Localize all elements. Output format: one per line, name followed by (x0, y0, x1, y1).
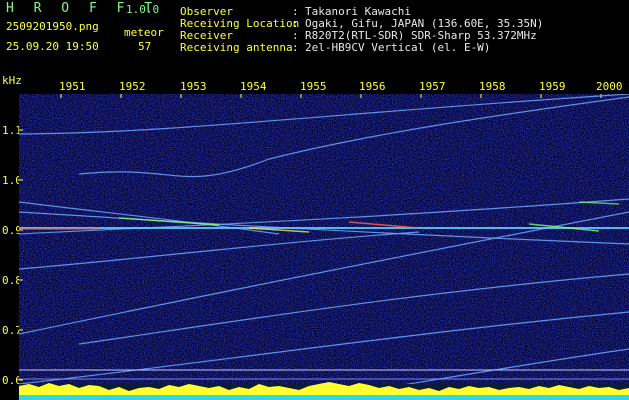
antenna-value: 2el-HB9CV Vertical (el. E-W) (305, 41, 491, 54)
antenna-colon: : (292, 41, 299, 54)
x-tick: 1951 (59, 80, 86, 93)
x-tick: 1957 (419, 80, 446, 93)
spectrogram-plot (19, 94, 629, 400)
file-datetime: 25.09.20 19:50 (6, 40, 99, 53)
x-tick: 2000 (596, 80, 623, 93)
x-tick: 1958 (479, 80, 506, 93)
x-tick: 1953 (180, 80, 207, 93)
antenna-label: Receiving antenna (180, 41, 293, 54)
y-axis-unit: kHz (2, 74, 22, 87)
header-panel: H R O F F T 1.0.0 2509201950.png meteor … (0, 0, 629, 80)
x-tick: 1959 (539, 80, 566, 93)
level-meter (19, 382, 629, 400)
noise-field (19, 94, 629, 400)
app-version: 1.0.0 (126, 3, 160, 16)
x-tick: 1955 (300, 80, 327, 93)
x-tick: 1952 (119, 80, 146, 93)
counter-label: meteor (124, 26, 164, 39)
counter-value: 57 (138, 40, 152, 53)
x-tick: 1956 (359, 80, 386, 93)
cyan-baseline (19, 395, 629, 400)
x-tick: 1954 (240, 80, 267, 93)
file-name: 2509201950.png (6, 20, 99, 33)
